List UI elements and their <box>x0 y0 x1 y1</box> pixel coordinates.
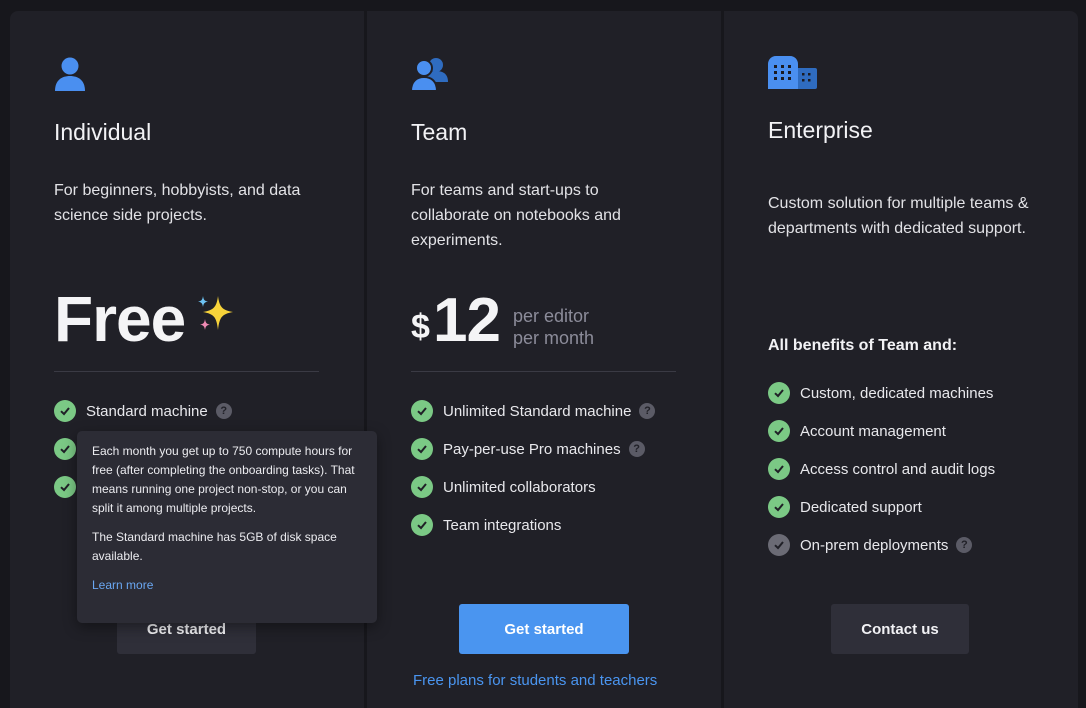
tooltip-paragraph: Each month you get up to 750 compute hou… <box>92 444 355 515</box>
price-currency: $ <box>411 308 430 346</box>
help-icon[interactable]: ? <box>956 537 973 553</box>
feature-label: Custom, dedicated machines <box>800 384 994 402</box>
students-teachers-link[interactable]: Free plans for students and teachers <box>413 672 657 689</box>
plan-description-team: For teams and start-ups to collaborate o… <box>411 182 621 249</box>
feature-item: Access control and audit logs <box>768 457 995 481</box>
people-icon <box>411 58 448 92</box>
learn-more-link[interactable]: Learn more <box>92 578 153 592</box>
price-unit: per editor per month <box>513 305 594 349</box>
feature-item: Custom, dedicated machines <box>768 381 993 405</box>
check-icon <box>54 400 76 422</box>
price-amount: 12 <box>433 286 501 355</box>
benefits-heading: All benefits of Team and: <box>768 337 958 354</box>
check-icon <box>411 476 433 498</box>
feature-label: Pay-per-use Pro machines <box>443 440 621 458</box>
feature-item: Standard machine ? <box>54 399 232 423</box>
feature-item: On-prem deployments ? <box>768 533 973 557</box>
feature-label: Team integrations <box>443 516 562 534</box>
feature-label: Standard machine <box>86 402 208 420</box>
person-icon <box>55 57 85 91</box>
check-icon <box>768 382 790 404</box>
price-unit-line: per editor <box>513 306 590 326</box>
plan-title-enterprise: Enterprise <box>768 117 873 143</box>
tooltip-paragraph: The Standard machine has 5GB of disk spa… <box>92 530 337 563</box>
price-divider-team <box>411 371 676 372</box>
check-icon <box>54 438 76 460</box>
price-unit-line: per month <box>513 328 595 348</box>
feature-label: Unlimited Standard machine <box>443 402 632 420</box>
check-icon <box>411 438 433 460</box>
help-icon[interactable]: ? <box>639 403 656 419</box>
feature-label: Unlimited collaborators <box>443 478 596 496</box>
price-divider-individual <box>54 371 319 372</box>
plan-description-enterprise: Custom solution for multiple teams & dep… <box>768 195 1029 237</box>
help-icon[interactable]: ? <box>215 403 232 419</box>
sparkles-icon <box>198 296 233 330</box>
feature-item: Dedicated support <box>768 495 922 519</box>
standard-machine-tooltip: Each month you get up to 750 compute hou… <box>77 431 377 623</box>
check-icon <box>411 400 433 422</box>
feature-label: On-prem deployments <box>800 536 949 554</box>
check-icon <box>54 476 76 498</box>
feature-label: Access control and audit logs <box>800 460 996 478</box>
plan-title-individual: Individual <box>54 119 152 145</box>
feature-item: Pay-per-use Pro machines ? <box>411 437 645 461</box>
check-icon <box>768 496 790 518</box>
feature-label: Dedicated support <box>800 498 922 516</box>
help-icon[interactable]: ? <box>628 441 645 457</box>
plan-description-individual: For beginners, hobbyists, and data scien… <box>54 182 301 224</box>
check-icon <box>768 420 790 442</box>
feature-label: Account management <box>800 422 946 440</box>
plan-title-team: Team <box>411 119 468 145</box>
feature-item: Account management <box>768 419 946 443</box>
check-icon <box>768 458 790 480</box>
feature-item: Unlimited collaborators <box>411 475 596 499</box>
check-icon <box>768 534 790 556</box>
feature-item: Team integrations <box>411 513 561 537</box>
check-icon <box>411 514 433 536</box>
feature-item: Unlimited Standard machine ? <box>411 399 656 423</box>
price-free: Free <box>54 283 186 355</box>
contact-us-button[interactable]: Contact us <box>831 604 969 654</box>
building-icon <box>768 56 817 89</box>
get-started-button-team[interactable]: Get started <box>459 604 629 654</box>
